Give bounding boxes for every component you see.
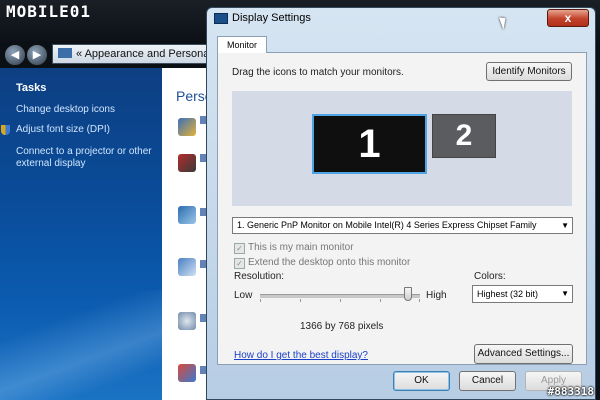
monitor-tab-page: Drag the icons to match your monitors. I…: [217, 52, 587, 365]
high-label: High: [426, 290, 447, 301]
screensaver-icon[interactable]: [178, 206, 196, 224]
address-text: Appearance and Personalization: [84, 48, 208, 60]
display-settings-icon: [214, 13, 228, 24]
chevron-down-icon: ▼: [561, 221, 569, 230]
tab-monitor[interactable]: Monitor: [217, 36, 267, 53]
main-monitor-label: This is my main monitor: [248, 242, 354, 253]
monitor-select-value: 1. Generic PnP Monitor on Mobile Intel(R…: [237, 220, 537, 230]
resolution-slider-track[interactable]: [260, 294, 420, 298]
slider-tick: [380, 299, 381, 302]
monitor-1-icon[interactable]: 1: [312, 114, 427, 174]
task-connect-projector[interactable]: Connect to a projector or other external…: [16, 146, 156, 170]
monitor-2-icon[interactable]: 2: [432, 114, 496, 158]
monitor-select[interactable]: 1. Generic PnP Monitor on Mobile Intel(R…: [232, 217, 573, 234]
checkmark-icon: ✓: [234, 258, 245, 269]
task-adjust-font-size[interactable]: Adjust font size (DPI): [16, 124, 156, 136]
colors-select-value: Highest (32 bit): [477, 289, 539, 299]
low-label: Low: [234, 290, 253, 301]
advanced-settings-button[interactable]: Advanced Settings...: [474, 344, 573, 364]
display-icon[interactable]: [178, 154, 196, 172]
display-settings-dialog: Display Settings x Monitor Drag the icon…: [206, 7, 596, 400]
colors-select[interactable]: Highest (32 bit) ▼: [472, 285, 573, 303]
close-button[interactable]: x: [547, 9, 589, 27]
task-pane: Tasks Change desktop icons Adjust font s…: [0, 68, 162, 400]
mouse-pointer-icon[interactable]: [178, 312, 196, 330]
shield-icon: [1, 125, 10, 135]
sound-icon[interactable]: [178, 258, 196, 276]
main-monitor-checkbox[interactable]: ✓ This is my main monitor: [234, 242, 354, 254]
best-display-help-link[interactable]: How do I get the best display?: [234, 350, 368, 361]
slider-tick: [300, 299, 301, 302]
dialog-title: Display Settings: [232, 12, 311, 24]
control-panel-content: Perso: [162, 68, 213, 400]
address-prefix: «: [76, 48, 83, 60]
extend-desktop-checkbox[interactable]: ✓ Extend the desktop onto this monitor: [234, 257, 410, 269]
resolution-slider-thumb[interactable]: [404, 287, 412, 301]
back-button[interactable]: ◀: [4, 44, 26, 66]
tasks-heading: Tasks: [16, 82, 47, 94]
personalization-icon[interactable]: [178, 118, 196, 136]
slider-tick: [419, 299, 420, 302]
forward-button[interactable]: ▶: [26, 44, 48, 66]
checkmark-icon: ✓: [234, 243, 245, 254]
resolution-value: 1366 by 768 pixels: [300, 321, 384, 332]
folder-icon: [58, 48, 72, 58]
colors-label: Colors:: [474, 271, 506, 282]
watermark: #883318: [547, 385, 594, 398]
drag-instruction: Drag the icons to match your monitors.: [232, 67, 404, 78]
theme-icon[interactable]: [178, 364, 196, 382]
resolution-label: Resolution:: [234, 271, 285, 282]
dialog-titlebar[interactable]: Display Settings x: [207, 8, 595, 30]
cancel-button[interactable]: Cancel: [459, 371, 516, 391]
monitor-arrangement-area: 1 2: [232, 91, 572, 206]
address-bar[interactable]: « Appearance and Personalization: [52, 44, 208, 64]
task-change-desktop-icons[interactable]: Change desktop icons: [16, 104, 156, 116]
extend-desktop-label: Extend the desktop onto this monitor: [248, 257, 411, 268]
slider-tick: [340, 299, 341, 302]
ok-button[interactable]: OK: [393, 371, 450, 391]
identify-monitors-button[interactable]: Identify Monitors: [486, 62, 572, 81]
brand-logo: MOBILE01: [6, 2, 92, 21]
chevron-down-icon: ▼: [561, 289, 569, 298]
slider-tick: [260, 299, 261, 302]
